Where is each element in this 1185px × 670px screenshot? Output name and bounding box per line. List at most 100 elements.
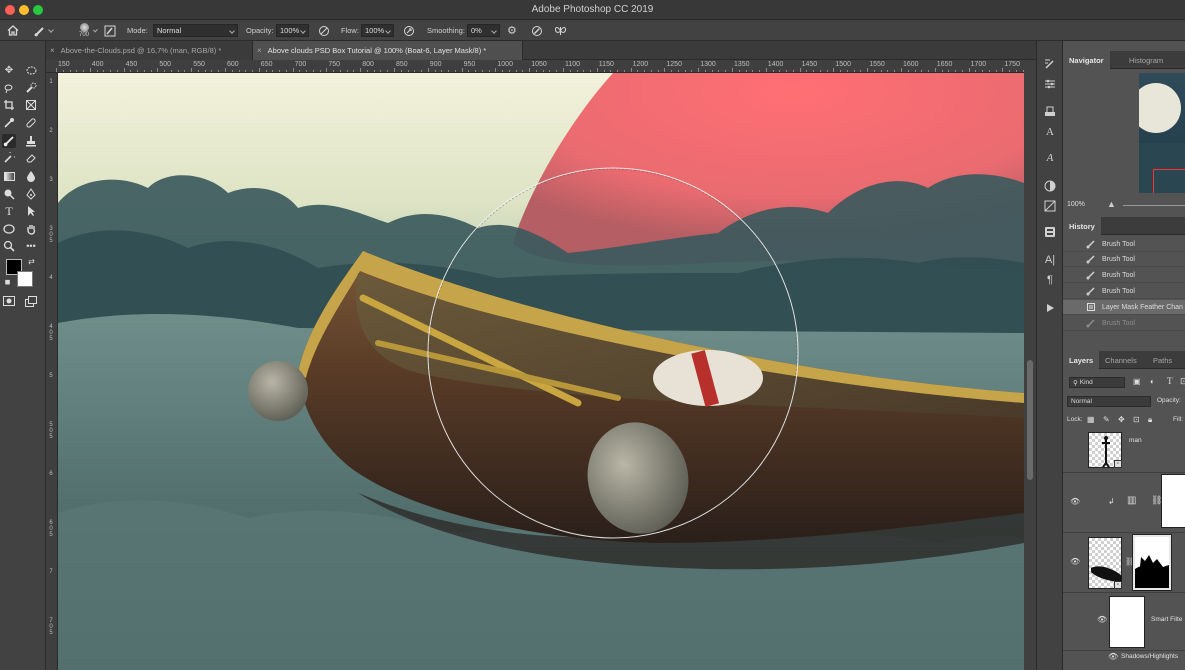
scrollbar-thumb[interactable]: [1027, 360, 1033, 480]
tab-layers[interactable]: Layers: [1063, 351, 1100, 369]
ellipse-tool-icon[interactable]: [2, 222, 16, 236]
gradient-tool-icon[interactable]: [2, 169, 16, 183]
eyedropper-icon[interactable]: [2, 116, 16, 130]
navigator-view-box[interactable]: [1153, 169, 1185, 193]
lock-position-icon[interactable]: ✥: [1118, 415, 1125, 424]
hand-tool-icon[interactable]: [24, 222, 38, 236]
symmetry-butterfly-icon[interactable]: [554, 20, 568, 41]
close-tab-icon[interactable]: ×: [257, 46, 262, 55]
brush-tool-preset-picker[interactable]: [34, 20, 58, 41]
tab-history[interactable]: History: [1063, 217, 1101, 235]
tab-channels[interactable]: Channels: [1099, 351, 1143, 369]
filter-adjustment-icon[interactable]: ◐: [1150, 377, 1155, 386]
styles-panel-icon[interactable]: [1043, 199, 1057, 213]
zoom-tool-icon[interactable]: [2, 239, 16, 253]
layer-blend-mode-dropdown[interactable]: Normal: [1067, 396, 1151, 407]
default-colors-icon[interactable]: ◼: [3, 277, 12, 286]
lock-all-icon[interactable]: 🔒︎: [1148, 415, 1152, 425]
adjustments-panel-icon[interactable]: [1043, 179, 1057, 193]
flow-input[interactable]: 100%: [361, 24, 394, 37]
more-tools-icon[interactable]: •••: [24, 239, 38, 253]
layer-row-smart-filters[interactable]: 👁︎ Smart Filte: [1063, 593, 1185, 651]
layer-name[interactable]: Smart Filte: [1151, 616, 1182, 623]
actions-panel-icon[interactable]: [1043, 301, 1057, 315]
layer-row-man[interactable]: ▫ man: [1063, 427, 1185, 473]
move-tool-icon[interactable]: ✥: [2, 63, 16, 77]
history-item[interactable]: Brush Tool: [1063, 237, 1185, 252]
layer-filter-kind-dropdown[interactable]: ⚲ Kind: [1069, 377, 1125, 388]
layer-name[interactable]: man: [1129, 437, 1142, 444]
layer-name[interactable]: Shadows/Highlights: [1121, 653, 1178, 660]
filter-pixel-icon[interactable]: ▣: [1133, 377, 1141, 386]
eye-icon[interactable]: 👁︎: [1097, 615, 1107, 624]
lock-transparent-icon[interactable]: ▦: [1087, 415, 1095, 424]
background-color-swatch[interactable]: [17, 271, 33, 287]
character-styles-panel-icon[interactable]: A: [1043, 125, 1057, 139]
smoothing-input[interactable]: 0%: [467, 24, 500, 37]
eye-icon[interactable]: 👁︎: [1070, 557, 1080, 566]
screen-mode-icon[interactable]: [24, 294, 38, 308]
layer-visibility-toggle-off[interactable]: [1071, 445, 1079, 453]
path-selection-icon[interactable]: [24, 204, 38, 218]
eye-icon[interactable]: 👁︎: [1070, 497, 1080, 506]
lasso-tool-icon[interactable]: [2, 81, 16, 95]
navigator-preview[interactable]: [1139, 73, 1185, 193]
navigator-zoom-slider[interactable]: [1123, 205, 1185, 206]
frame-tool-icon[interactable]: [24, 98, 38, 112]
pressure-opacity-icon[interactable]: [318, 20, 332, 41]
history-item-undone[interactable]: Brush Tool: [1063, 316, 1185, 331]
quick-mask-icon[interactable]: [2, 294, 16, 308]
tab-above-clouds-tutorial[interactable]: × Above clouds PSD Box Tutorial @ 100% (…: [253, 41, 523, 60]
brush-settings-panel-icon[interactable]: [1043, 57, 1057, 71]
pressure-size-icon[interactable]: [531, 20, 545, 41]
paragraph-panel-icon[interactable]: ¶: [1043, 273, 1057, 287]
layer-row-adjustment[interactable]: 👁︎ ↲ ▥ ⛓︎: [1063, 473, 1185, 533]
clone-stamp-icon[interactable]: [24, 134, 38, 148]
navigator-zoom-value[interactable]: 100%: [1067, 201, 1085, 208]
eraser-icon[interactable]: [24, 151, 38, 165]
tab-histogram[interactable]: Histogram: [1123, 51, 1169, 69]
layer-row-shadows-highlights[interactable]: 👁︎ Shadows/Highlights: [1063, 651, 1185, 670]
history-item[interactable]: Brush Tool: [1063, 268, 1185, 283]
history-item[interactable]: Brush Tool: [1063, 284, 1185, 299]
opacity-input[interactable]: 100%: [276, 24, 309, 37]
blur-tool-icon[interactable]: [24, 169, 38, 183]
pen-tool-icon[interactable]: [24, 187, 38, 201]
elliptical-marquee-icon[interactable]: [24, 63, 38, 77]
healing-brush-icon[interactable]: [24, 116, 38, 130]
mode-dropdown[interactable]: Normal: [153, 24, 238, 37]
clone-source-panel-icon[interactable]: [1043, 105, 1057, 119]
layer-row-boat[interactable]: 👁︎ ▫ ⛓︎: [1063, 533, 1185, 593]
eye-icon[interactable]: 👁︎: [1108, 652, 1118, 661]
quick-selection-icon[interactable]: [24, 81, 38, 95]
filter-type-icon[interactable]: T: [1167, 376, 1173, 386]
horizontal-ruler[interactable]: 150 400 450 500 550 600 650 700 750 800 850 900 950 1…: [46, 60, 1024, 73]
layer-mask-thumbnail-selected[interactable]: [1132, 534, 1172, 591]
smart-filter-mask-thumbnail[interactable]: [1109, 596, 1145, 648]
history-item-selected[interactable]: Layer Mask Feather Chan: [1063, 300, 1185, 315]
tab-navigator[interactable]: Navigator: [1063, 51, 1110, 69]
lock-pixels-icon[interactable]: ✎: [1103, 415, 1110, 424]
canvas-vertical-scrollbar[interactable]: [1024, 60, 1036, 670]
tab-paths[interactable]: Paths: [1147, 351, 1178, 369]
brush-settings-panel-toggle[interactable]: [104, 20, 117, 41]
filter-shape-icon[interactable]: ⊡: [1180, 376, 1185, 387]
tab-above-the-clouds[interactable]: × Above-the-Clouds.psd @ 16,7% (man, RGB…: [46, 41, 253, 60]
lock-artboard-icon[interactable]: ⊡: [1133, 415, 1140, 424]
character-panel-icon[interactable]: A|: [1043, 253, 1057, 267]
close-tab-icon[interactable]: ×: [50, 46, 55, 55]
layer-mask-thumbnail[interactable]: [1161, 474, 1185, 528]
smoothing-options-gear-icon[interactable]: ⚙: [507, 20, 520, 41]
vertical-ruler[interactable]: 1 2 3 305 4 405 5 505 6 605 7 705: [46, 73, 58, 670]
history-brush-icon[interactable]: [2, 151, 16, 165]
brush-tool-icon[interactable]: [2, 134, 16, 148]
type-tool-icon[interactable]: T: [2, 204, 16, 218]
document-canvas[interactable]: [58, 73, 1024, 670]
zoom-out-icon[interactable]: ▲: [1107, 199, 1116, 209]
home-icon[interactable]: [7, 20, 21, 41]
dodge-tool-icon[interactable]: [2, 187, 16, 201]
crop-tool-icon[interactable]: [2, 98, 16, 112]
history-item[interactable]: Brush Tool: [1063, 252, 1185, 267]
airbrush-icon[interactable]: [403, 20, 417, 41]
swap-colors-icon[interactable]: ⇄: [27, 257, 36, 266]
